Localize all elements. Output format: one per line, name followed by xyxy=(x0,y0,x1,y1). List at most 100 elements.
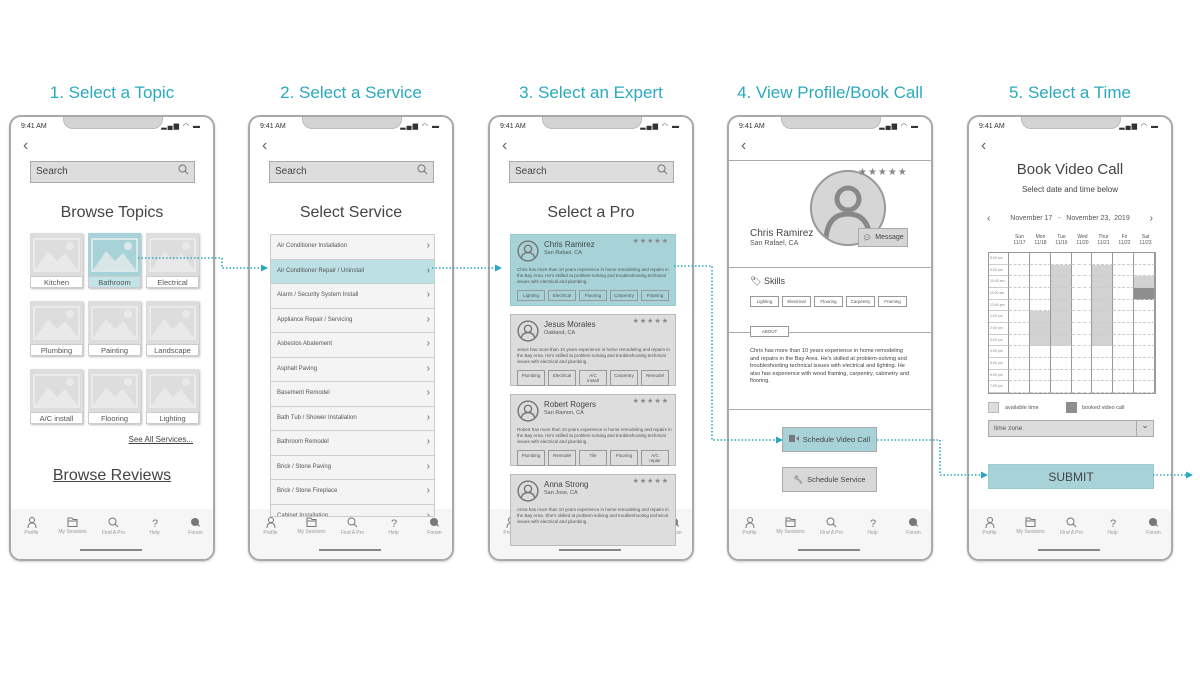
time-slot[interactable] xyxy=(1029,346,1051,358)
topic-tile-electrical[interactable]: Electrical xyxy=(146,233,199,288)
nav-find-a-pro[interactable]: Find A Pro xyxy=(811,515,852,536)
available-slot[interactable] xyxy=(1092,334,1114,347)
available-slot[interactable] xyxy=(1050,288,1072,300)
time-slot[interactable] xyxy=(1113,276,1135,288)
time-slot[interactable] xyxy=(1009,346,1030,358)
nav-find-a-pro[interactable]: Find A Pro xyxy=(332,515,373,536)
time-slot[interactable] xyxy=(1113,253,1135,265)
service-item[interactable]: Brick / Stone Paving › xyxy=(271,456,434,480)
time-slot[interactable] xyxy=(1113,381,1135,393)
nav-help[interactable]: ? Help xyxy=(1092,515,1133,536)
time-slot[interactable] xyxy=(1071,288,1093,300)
time-slot[interactable] xyxy=(1113,334,1135,347)
available-slot[interactable] xyxy=(1050,334,1072,347)
time-slot[interactable] xyxy=(1009,288,1030,300)
available-slot[interactable] xyxy=(1092,311,1114,323)
time-slot[interactable] xyxy=(1092,358,1114,370)
service-item[interactable]: Basement Remodel › xyxy=(271,382,434,407)
nav-help[interactable]: ? Help xyxy=(852,515,893,536)
time-slot[interactable] xyxy=(1113,264,1135,277)
service-item[interactable]: Bathroom Remodel › xyxy=(271,431,434,456)
time-slot[interactable] xyxy=(1071,311,1093,323)
time-slot[interactable] xyxy=(1009,323,1030,335)
time-slot[interactable] xyxy=(1113,299,1135,312)
available-slot[interactable] xyxy=(1092,323,1114,335)
available-slot[interactable] xyxy=(1029,334,1051,347)
available-slot[interactable] xyxy=(1134,276,1155,288)
time-slot[interactable] xyxy=(1134,323,1155,335)
nav-help[interactable]: ? Help xyxy=(373,515,414,536)
see-all-services-link[interactable]: See All Services... xyxy=(129,435,193,444)
nav-profile[interactable]: Profile xyxy=(969,515,1010,536)
service-item[interactable]: Cabinet Installation › xyxy=(271,505,434,517)
time-slot[interactable] xyxy=(1009,334,1030,347)
service-item[interactable]: Asbestos Abatement › xyxy=(271,333,434,358)
time-slot[interactable] xyxy=(1092,253,1114,265)
time-slot[interactable] xyxy=(1071,299,1093,312)
time-slot[interactable] xyxy=(1009,358,1030,370)
nav-find-a-pro[interactable]: Find A Pro xyxy=(1051,515,1092,536)
time-slot[interactable] xyxy=(1113,311,1135,323)
browse-reviews-link[interactable]: Browse Reviews xyxy=(51,467,173,485)
message-button[interactable]: 💬︎ Message xyxy=(858,228,908,247)
available-slot[interactable] xyxy=(1092,288,1114,300)
time-slot[interactable] xyxy=(1029,288,1051,300)
nav-find-a-pro[interactable]: Find A Pro xyxy=(93,515,134,536)
search-input[interactable]: Search xyxy=(509,161,674,183)
service-item[interactable]: Appliance Repair / Servicing › xyxy=(271,309,434,333)
time-slot[interactable] xyxy=(1134,334,1155,347)
topic-tile-painting[interactable]: Painting xyxy=(88,301,141,356)
nav-forum[interactable]: Forum xyxy=(175,515,213,536)
next-week-button[interactable]: › xyxy=(1150,213,1153,224)
nav-help[interactable]: ? Help xyxy=(134,515,175,536)
topic-tile-kitchen[interactable]: Kitchen xyxy=(30,233,83,288)
search-input[interactable]: Search xyxy=(269,161,434,183)
time-slot[interactable] xyxy=(1050,369,1072,382)
topic-tile-acinstall[interactable]: A/C install xyxy=(30,369,83,424)
available-slot[interactable] xyxy=(1029,311,1051,323)
time-slot[interactable] xyxy=(1009,253,1030,265)
time-slot[interactable] xyxy=(1113,358,1135,370)
nav-my-sessions[interactable]: My Sessions xyxy=(291,515,332,535)
nav-profile[interactable]: Profile xyxy=(11,515,52,536)
time-slot[interactable] xyxy=(1029,369,1051,382)
time-slot[interactable] xyxy=(1113,369,1135,382)
time-slot[interactable] xyxy=(1009,276,1030,288)
service-item[interactable]: Asphalt Paving › xyxy=(271,358,434,382)
time-slot[interactable] xyxy=(1071,346,1093,358)
pro-card[interactable]: Chris Ramirez San Rafael, CA ★★★★★ Chris ha… xyxy=(510,234,676,306)
time-slot[interactable] xyxy=(1092,381,1114,393)
available-slot[interactable] xyxy=(1050,323,1072,335)
nav-forum[interactable]: Forum xyxy=(893,515,931,536)
time-slot[interactable] xyxy=(1050,253,1072,265)
time-slot[interactable] xyxy=(1050,358,1072,370)
available-slot[interactable] xyxy=(1050,276,1072,288)
time-slot[interactable] xyxy=(1092,369,1114,382)
time-slot[interactable] xyxy=(1050,381,1072,393)
nav-forum[interactable]: Forum xyxy=(1133,515,1171,536)
time-slot[interactable] xyxy=(1009,311,1030,323)
time-slot[interactable] xyxy=(1134,369,1155,382)
time-slot[interactable] xyxy=(1050,346,1072,358)
time-slot[interactable] xyxy=(1029,276,1051,288)
nav-forum[interactable]: Forum xyxy=(414,515,452,536)
time-slot[interactable] xyxy=(1134,346,1155,358)
topic-tile-plumbing[interactable]: Plumbing xyxy=(30,301,83,356)
available-slot[interactable] xyxy=(1029,323,1051,335)
pro-card[interactable]: Robert Rogers San Ramon, CA ★★★★★ Robert ha… xyxy=(510,394,676,466)
available-slot[interactable] xyxy=(1092,276,1114,288)
schedule-video-call-button[interactable]: Schedule Video Call xyxy=(782,427,877,452)
time-slot[interactable] xyxy=(1071,381,1093,393)
time-slot[interactable] xyxy=(1134,311,1155,323)
nav-my-sessions[interactable]: My Sessions xyxy=(52,515,93,535)
nav-profile[interactable]: Profile xyxy=(250,515,291,536)
topic-tile-bathroom[interactable]: Bathroom xyxy=(88,233,141,288)
time-slot[interactable] xyxy=(1029,299,1051,312)
time-slot[interactable] xyxy=(1071,358,1093,370)
nav-my-sessions[interactable]: My Sessions xyxy=(1010,515,1051,535)
back-button[interactable]: ‹ xyxy=(502,137,507,155)
booked-slot[interactable] xyxy=(1134,288,1155,300)
time-slot[interactable] xyxy=(1134,264,1155,277)
available-slot[interactable] xyxy=(1050,311,1072,323)
nav-my-sessions[interactable]: My Sessions xyxy=(770,515,811,535)
